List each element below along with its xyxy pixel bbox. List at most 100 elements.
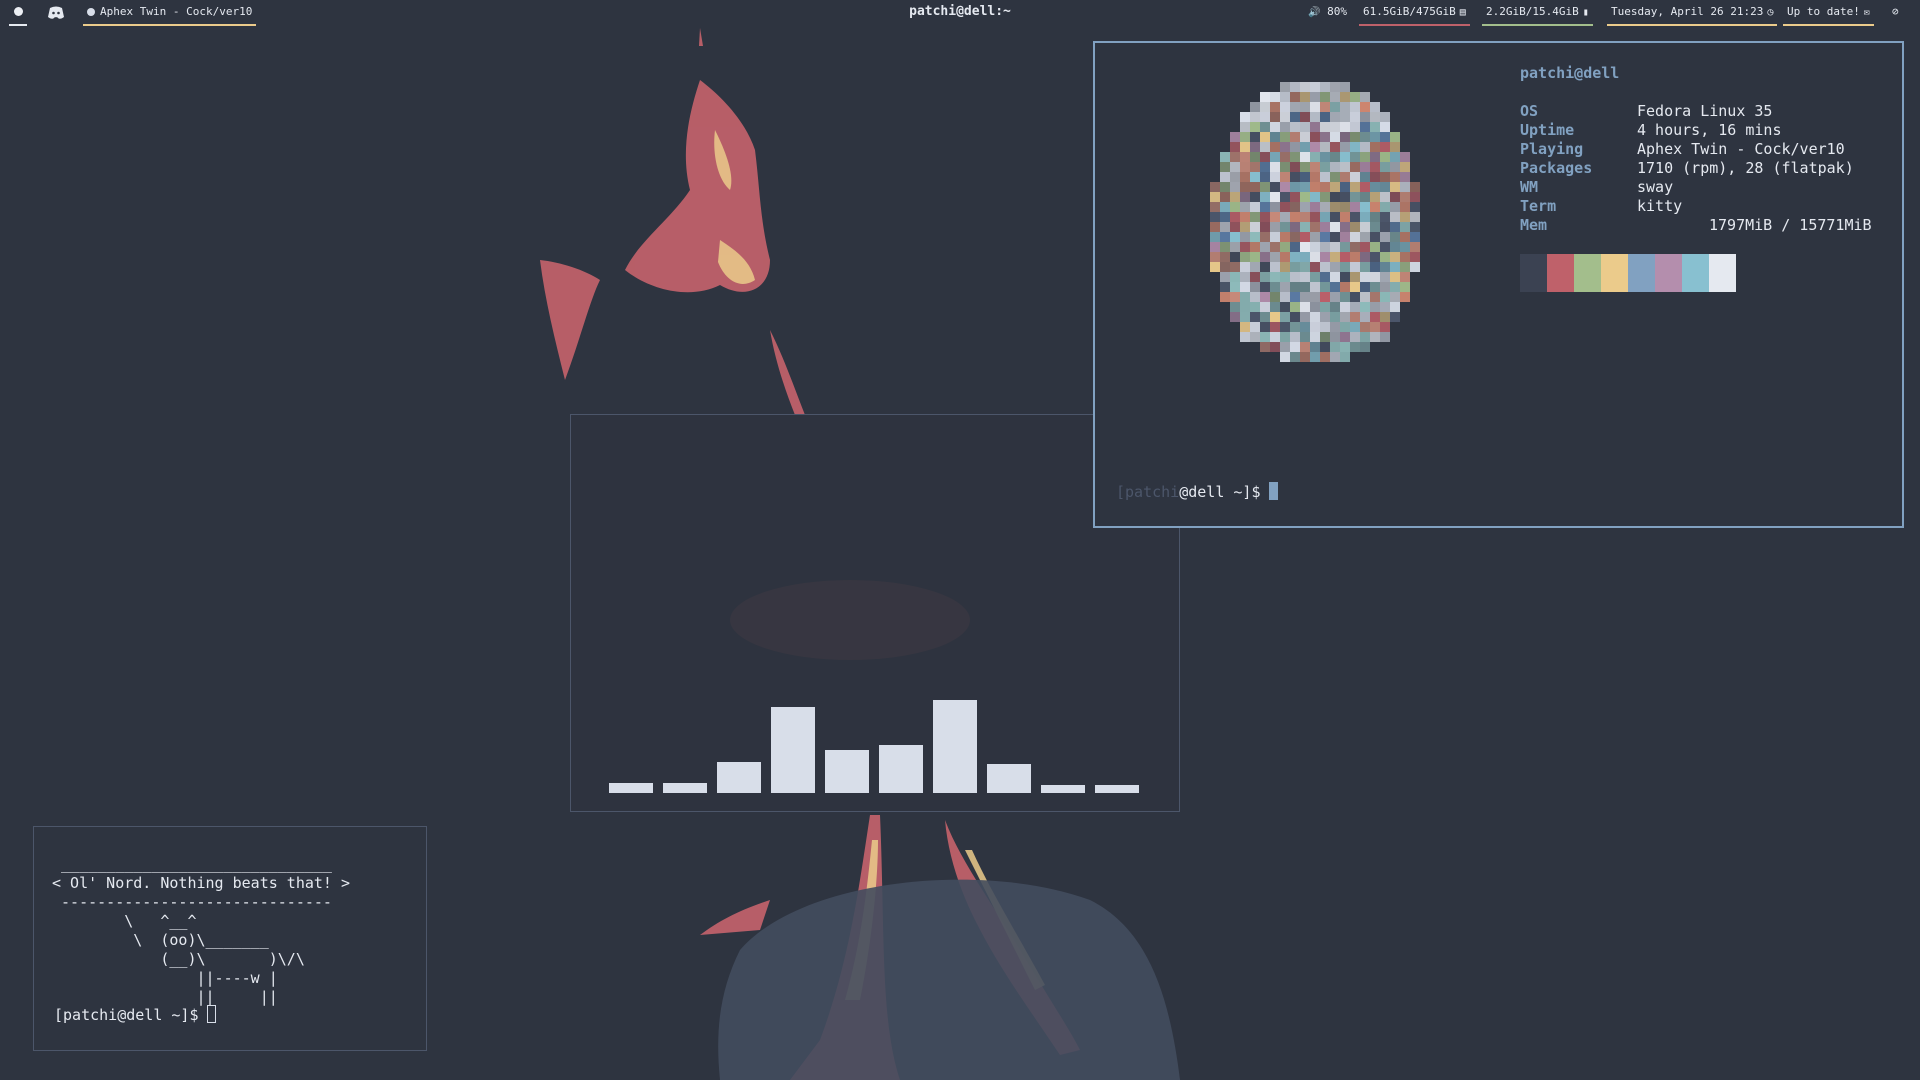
portrait-pixel [1340,162,1350,172]
memory-module[interactable]: 2.2GiB/15.4GiB ▮ [1482,0,1593,26]
portrait-pixel [1280,152,1290,162]
portrait-pixel [1290,312,1300,322]
neofetch-value: 1710 (rpm), 28 (flatpak) [1637,159,1854,177]
portrait-pixel [1330,202,1340,212]
cava-bar [717,762,761,793]
portrait-pixel [1220,202,1230,212]
portrait-pixel [1340,272,1350,282]
portrait-pixel [1280,352,1290,362]
portrait-pixel [1340,232,1350,242]
portrait-pixel [1340,352,1350,362]
portrait-pixel [1220,252,1230,262]
portrait-pixel [1360,332,1370,342]
portrait-pixel [1280,162,1290,172]
portrait-pixel [1260,122,1270,132]
portrait-pixel [1360,272,1370,282]
portrait-pixel [1320,222,1330,232]
portrait-pixel [1320,122,1330,132]
portrait-pixel [1410,262,1420,272]
portrait-pixel [1370,282,1380,292]
portrait-pixel [1370,202,1380,212]
portrait-pixel [1280,222,1290,232]
cava-bar [879,745,923,793]
idle-inhibitor[interactable]: ⊘ [1892,0,1899,26]
portrait-pixel [1320,252,1330,262]
portrait-pixel [1400,212,1410,222]
portrait-pixel [1370,152,1380,162]
portrait-pixel [1250,102,1260,112]
portrait-pixel [1390,192,1400,202]
portrait-pixel [1340,192,1350,202]
cowsay-prompt[interactable]: [patchi@dell ~]$ [54,1005,216,1024]
portrait-pixel [1240,332,1250,342]
portrait-pixel [1230,132,1240,142]
portrait-pixel [1330,232,1340,242]
portrait-pixel [1310,302,1320,312]
portrait-pixel [1280,322,1290,332]
portrait-pixel [1400,172,1410,182]
portrait-pixel [1360,252,1370,262]
clock-module[interactable]: Tuesday, April 26 21:23 ◷ [1607,0,1778,26]
portrait-pixel [1330,262,1340,272]
portrait-pixel [1310,292,1320,302]
pixel-portrait-image [1210,82,1420,362]
portrait-pixel [1250,232,1260,242]
portrait-pixel [1290,122,1300,132]
portrait-pixel [1380,272,1390,282]
portrait-pixel [1250,332,1260,342]
portrait-pixel [1260,252,1270,262]
portrait-pixel [1360,132,1370,142]
portrait-pixel [1300,222,1310,232]
portrait-pixel [1260,162,1270,172]
portrait-pixel [1330,132,1340,142]
portrait-pixel [1380,122,1390,132]
portrait-pixel [1240,322,1250,332]
updates-module[interactable]: Up to date! ✉ [1783,0,1874,26]
portrait-pixel [1370,222,1380,232]
portrait-pixel [1230,202,1240,212]
portrait-pixel [1400,282,1410,292]
portrait-pixel [1230,312,1240,322]
portrait-pixel [1280,92,1290,102]
portrait-pixel [1350,232,1360,242]
portrait-pixel [1290,82,1300,92]
portrait-pixel [1400,262,1410,272]
portrait-pixel [1310,172,1320,182]
cava-bar [771,707,815,793]
portrait-pixel [1370,332,1380,342]
neofetch-prompt[interactable]: [patchi@dell ~]$ [1116,482,1278,501]
portrait-pixel [1360,292,1370,302]
portrait-pixel [1280,312,1290,322]
portrait-pixel [1400,162,1410,172]
cava-window[interactable] [570,414,1180,812]
portrait-pixel [1390,302,1400,312]
volume-module[interactable]: 🔊 80% [1300,0,1351,26]
portrait-pixel [1370,302,1380,312]
portrait-pixel [1240,282,1250,292]
portrait-pixel [1340,292,1350,302]
prompt-text: [patchi@dell ~]$ [54,1006,199,1024]
portrait-pixel [1410,232,1420,242]
portrait-pixel [1310,312,1320,322]
portrait-pixel [1380,142,1390,152]
portrait-pixel [1260,142,1270,152]
portrait-pixel [1210,202,1220,212]
portrait-pixel [1360,232,1370,242]
portrait-pixel [1380,202,1390,212]
portrait-pixel [1320,272,1330,282]
disk-module[interactable]: 61.5GiB/475GiB ▤ [1359,0,1470,26]
portrait-pixel [1320,132,1330,142]
portrait-pixel [1400,182,1410,192]
neofetch-header: patchi@dell [1520,64,1620,82]
portrait-pixel [1360,322,1370,332]
portrait-pixel [1350,162,1360,172]
portrait-pixel [1240,132,1250,142]
portrait-pixel [1360,102,1370,112]
portrait-pixel [1220,232,1230,242]
portrait-pixel [1370,122,1380,132]
portrait-pixel [1250,172,1260,182]
portrait-pixel [1290,132,1300,142]
color-palette [1520,254,1736,292]
portrait-pixel [1300,242,1310,252]
portrait-pixel [1270,112,1280,122]
